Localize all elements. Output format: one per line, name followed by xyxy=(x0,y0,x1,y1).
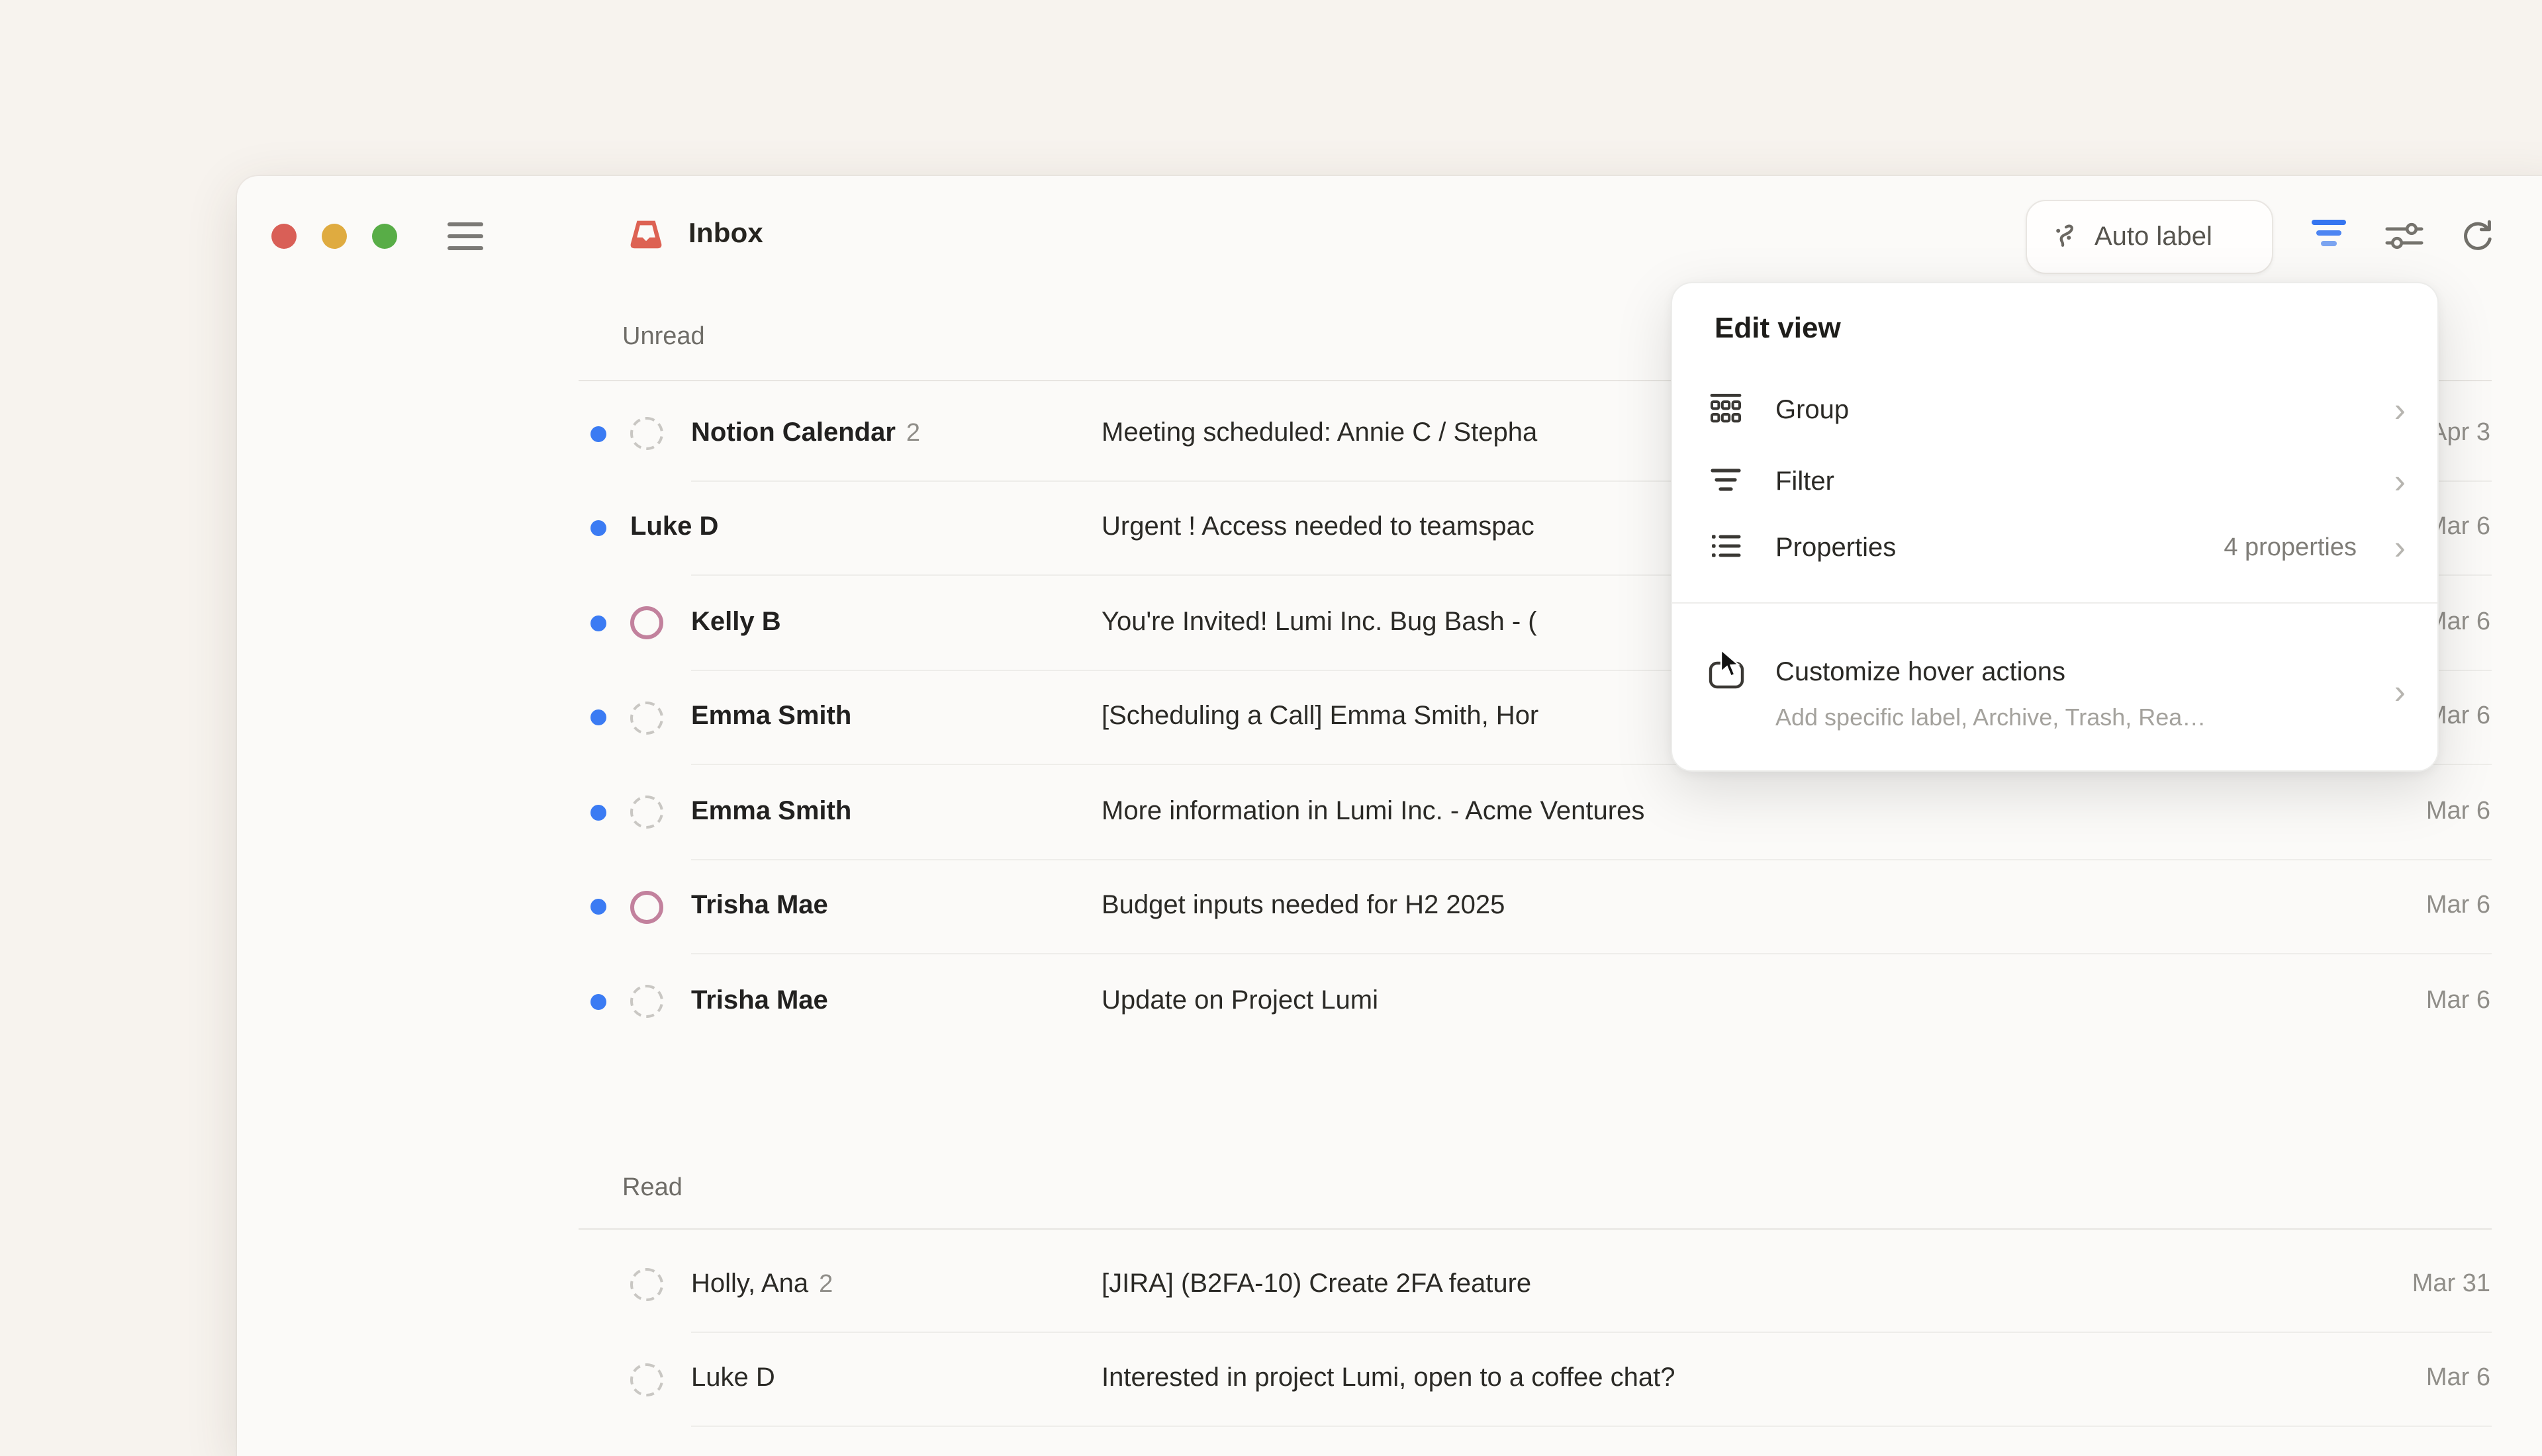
email-sender: Luke D xyxy=(691,1364,775,1393)
menu-item-group[interactable]: Group › xyxy=(1672,381,2437,442)
avatar xyxy=(630,702,663,735)
menu-item-sublabel: Add specific label, Archive, Trash, Rea… xyxy=(1775,704,2206,732)
email-subject: [Scheduling a Call] Emma Smith, Hor xyxy=(1102,702,1538,733)
email-row[interactable]: Luke D Interested in project Lumi, open … xyxy=(579,1332,2492,1427)
properties-list-icon xyxy=(1708,529,1744,570)
read-email-list: Holly, Ana 2 [JIRA] (B2FA-10) Create 2FA … xyxy=(579,1238,2492,1427)
unread-dot xyxy=(590,994,606,1010)
auto-label-button[interactable]: Auto label xyxy=(2026,200,2273,274)
email-sender: Kelly B xyxy=(691,608,781,637)
email-subject: Budget inputs needed for H2 2025 xyxy=(1102,891,1505,922)
email-row[interactable]: Holly, Ana 2 [JIRA] (B2FA-10) Create 2FA … xyxy=(579,1238,2492,1332)
unread-dot xyxy=(590,899,606,915)
avatar xyxy=(630,418,663,451)
email-sender: Trisha Mae xyxy=(691,986,828,1015)
email-sender: Luke D xyxy=(630,513,718,542)
email-date: Mar 31 xyxy=(2412,1270,2490,1299)
edit-view-menu: Edit view Group › xyxy=(1671,282,2439,772)
group-icon xyxy=(1708,391,1744,432)
email-subject: [JIRA] (B2FA-10) Create 2FA feature xyxy=(1102,1269,1531,1300)
section-header-unread: Unread xyxy=(622,323,705,352)
chevron-right-icon: › xyxy=(2394,390,2406,431)
email-date: Apr 3 xyxy=(2430,419,2490,448)
mouse-cursor xyxy=(1720,649,1742,686)
email-sender: Notion Calendar xyxy=(691,418,896,447)
unread-dot xyxy=(590,805,606,821)
section-divider xyxy=(579,1228,2492,1230)
avatar xyxy=(630,985,663,1019)
email-subject: Update on Project Lumi xyxy=(1102,986,1378,1017)
menu-item-label: Properties xyxy=(1775,533,1896,564)
avatar xyxy=(630,607,663,640)
avatar xyxy=(630,796,663,829)
edit-view-menu-title: Edit view xyxy=(1715,311,1841,345)
refresh-icon[interactable] xyxy=(2457,216,2497,255)
email-sender: Trisha Mae xyxy=(691,891,828,921)
email-row[interactable]: Emma Smith More information in Lumi Inc.… xyxy=(579,765,2492,860)
menu-item-label: Customize hover actions xyxy=(1775,658,2065,688)
email-sender: Emma Smith xyxy=(691,702,851,731)
desktop: Inbox Auto label Unread Notion Calendar 2 xyxy=(0,0,2542,1430)
menu-item-label: Group xyxy=(1775,396,1849,426)
menu-item-filter[interactable]: Filter › xyxy=(1672,453,2437,514)
chevron-right-icon: › xyxy=(2394,461,2406,502)
menu-item-label: Filter xyxy=(1775,467,1834,498)
email-subject: You're Invited! Lumi Inc. Bug Bash - ( xyxy=(1102,608,1537,638)
email-subject: Meeting scheduled: Annie C / Stepha xyxy=(1102,418,1537,449)
unread-dot xyxy=(590,615,606,631)
unread-dot xyxy=(590,710,606,726)
minimize-window-button[interactable] xyxy=(322,224,347,249)
email-subject: More information in Lumi Inc. - Acme Ven… xyxy=(1102,797,1644,827)
unread-dot xyxy=(590,521,606,537)
email-date: Mar 6 xyxy=(2426,892,2490,921)
chevron-right-icon: › xyxy=(2394,527,2406,569)
avatar xyxy=(630,1269,663,1302)
email-row[interactable]: Trisha Mae Update on Project Lumi Mar 6 xyxy=(579,954,2492,1049)
email-sender: Holly, Ana xyxy=(691,1269,808,1298)
auto-label-button-label: Auto label xyxy=(2095,222,2212,252)
properties-count: 4 properties xyxy=(2224,534,2357,563)
unread-dot xyxy=(590,426,606,442)
avatar xyxy=(630,1363,663,1396)
email-date: Mar 6 xyxy=(2426,797,2490,827)
email-subject: Interested in project Lumi, open to a co… xyxy=(1102,1364,1675,1394)
menu-divider xyxy=(1672,602,2437,604)
menu-item-customize-hover-actions[interactable]: Customize hover actions Add specific lab… xyxy=(1672,625,2437,752)
hamburger-menu-icon[interactable] xyxy=(447,222,483,250)
auto-label-pen-icon xyxy=(2048,220,2081,253)
email-subject: Urgent ! Access needed to teamspac xyxy=(1102,513,1534,543)
email-date: Mar 6 xyxy=(2426,1365,2490,1394)
section-header-read: Read xyxy=(622,1174,683,1203)
close-window-button[interactable] xyxy=(271,224,297,249)
zoom-window-button[interactable] xyxy=(372,224,397,249)
filter-icon[interactable] xyxy=(2309,216,2349,255)
email-thread-count: 2 xyxy=(819,1271,833,1298)
menu-item-properties[interactable]: Properties 4 properties › xyxy=(1672,519,2437,580)
page-title: Inbox xyxy=(688,218,763,250)
email-row[interactable]: Trisha Mae Budget inputs needed for H2 2… xyxy=(579,860,2492,954)
email-thread-count: 2 xyxy=(906,420,920,447)
chevron-right-icon: › xyxy=(2394,672,2406,713)
filter-lines-icon xyxy=(1708,463,1744,504)
avatar xyxy=(630,891,663,924)
inbox-icon xyxy=(628,217,665,254)
email-date: Mar 6 xyxy=(2426,987,2490,1016)
sliders-icon[interactable] xyxy=(2382,216,2427,255)
email-sender: Emma Smith xyxy=(691,797,851,826)
